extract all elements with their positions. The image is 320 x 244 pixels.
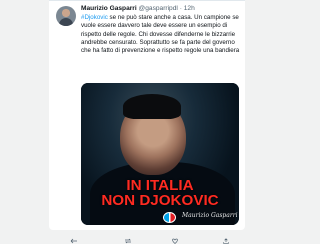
- header-separator: ·: [179, 5, 182, 12]
- share-icon[interactable]: [222, 238, 230, 244]
- author-name[interactable]: Maurizio Gasparri: [81, 5, 137, 12]
- signature: Maurizio Gasparri: [182, 212, 238, 219]
- tweet-time[interactable]: 12h: [184, 5, 195, 12]
- tweet-media-image[interactable]: IN ITALIA NON DJOKOVIC Maurizio Gasparri: [81, 83, 239, 225]
- card-divider: [49, 0, 245, 1]
- author-handle[interactable]: @gasparripdl: [139, 5, 178, 12]
- tweet-card[interactable]: Maurizio Gasparri @gasparripdl · 12h #Dj…: [49, 0, 245, 230]
- headline-line-2: NON DJOKOVIC: [101, 192, 219, 209]
- tweet-actions: [0, 238, 250, 244]
- tweet-text: #Djokovic se ne può stare anche a casa. …: [81, 14, 243, 55]
- retweet-icon[interactable]: [124, 238, 132, 244]
- author-avatar[interactable]: [56, 6, 76, 26]
- hashtag-link[interactable]: #Djokovic: [81, 14, 108, 21]
- heart-icon[interactable]: [171, 238, 179, 244]
- headline-line-1: IN ITALIA: [126, 177, 194, 194]
- reply-icon[interactable]: [70, 238, 78, 244]
- party-logo: [163, 212, 176, 223]
- media-headline: IN ITALIA NON DJOKOVIC: [81, 178, 239, 208]
- tweet-header: Maurizio Gasparri @gasparripdl · 12h: [81, 4, 241, 14]
- player-hair: [123, 94, 181, 119]
